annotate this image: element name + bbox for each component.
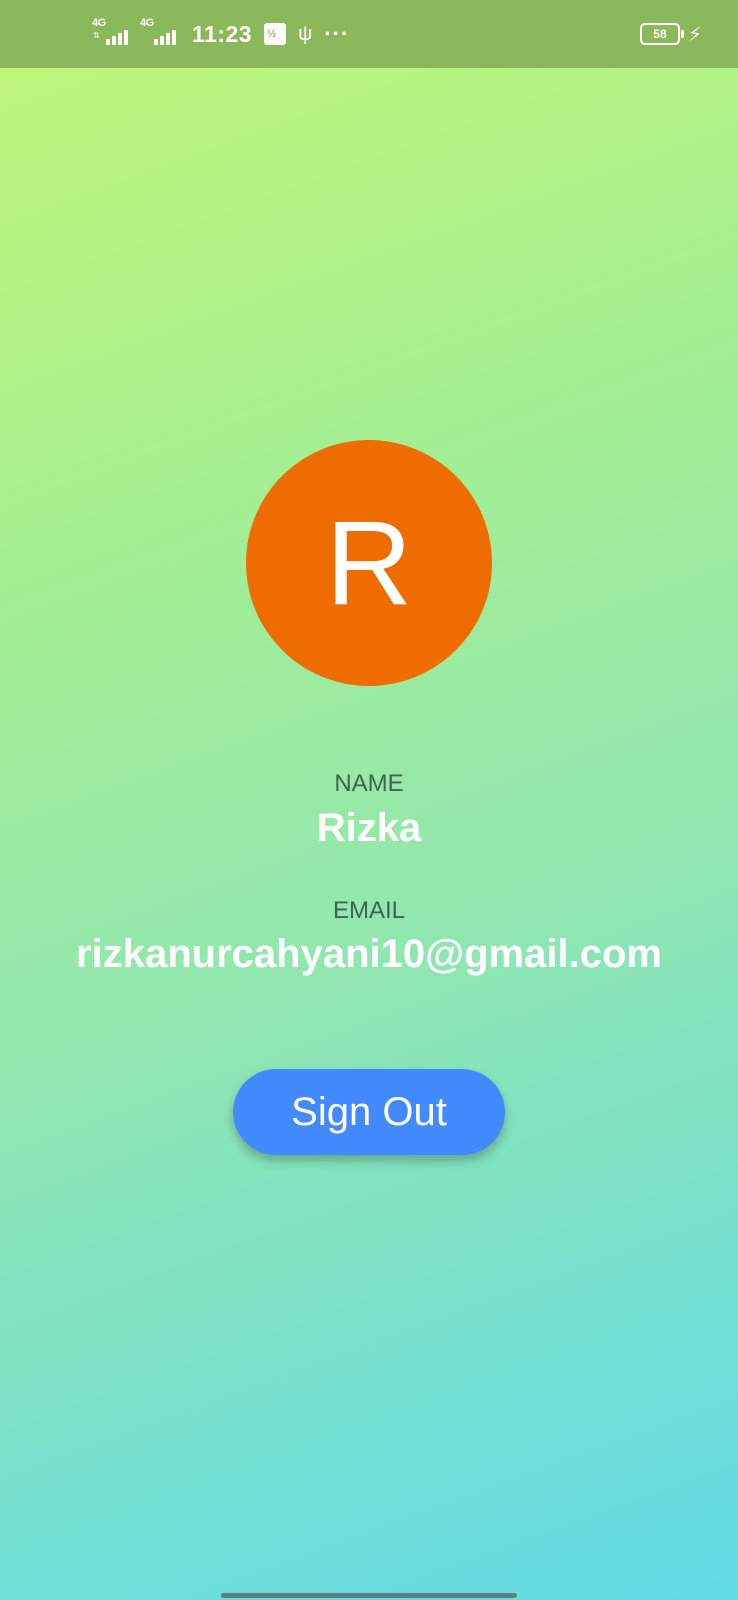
name-value: Rizka [316, 806, 422, 850]
email-label: EMAIL [332, 897, 406, 924]
sign-out-button[interactable]: Sign Out [233, 1069, 505, 1155]
signal-bars-1 [106, 30, 128, 45]
data-arrows-icon: ⇅ [93, 31, 100, 40]
signal-2-icon: 4G [140, 17, 182, 49]
battery-level: 58 [653, 27, 667, 41]
network-type-2: 4G [140, 17, 154, 29]
name-label: NAME [334, 770, 404, 797]
signal-1-icon: 4G ⇅ [92, 17, 134, 49]
status-left: 4G ⇅ 4G 11:23 ½ ψ ··· [92, 0, 349, 68]
status-time: 11:23 [192, 20, 253, 47]
email-value: rizkanurcahyani10@gmail.com [76, 932, 662, 976]
more-notifications-icon: ··· [324, 21, 350, 46]
avatar-initial: R [325, 496, 413, 630]
status-right: 58 ⚡ [639, 0, 702, 68]
app-notification-icon: ½ [264, 23, 287, 45]
avatar: R [246, 440, 492, 686]
home-indicator[interactable] [221, 1593, 517, 1598]
signal-bars-2 [154, 30, 176, 45]
status-bar: 4G ⇅ 4G 11:23 ½ ψ ··· 58 ⚡ [0, 0, 738, 68]
network-type-1: 4G [92, 17, 106, 29]
usb-icon: ψ [298, 22, 313, 45]
battery-icon: 58 [639, 23, 684, 45]
charging-icon: ⚡ [687, 23, 702, 46]
